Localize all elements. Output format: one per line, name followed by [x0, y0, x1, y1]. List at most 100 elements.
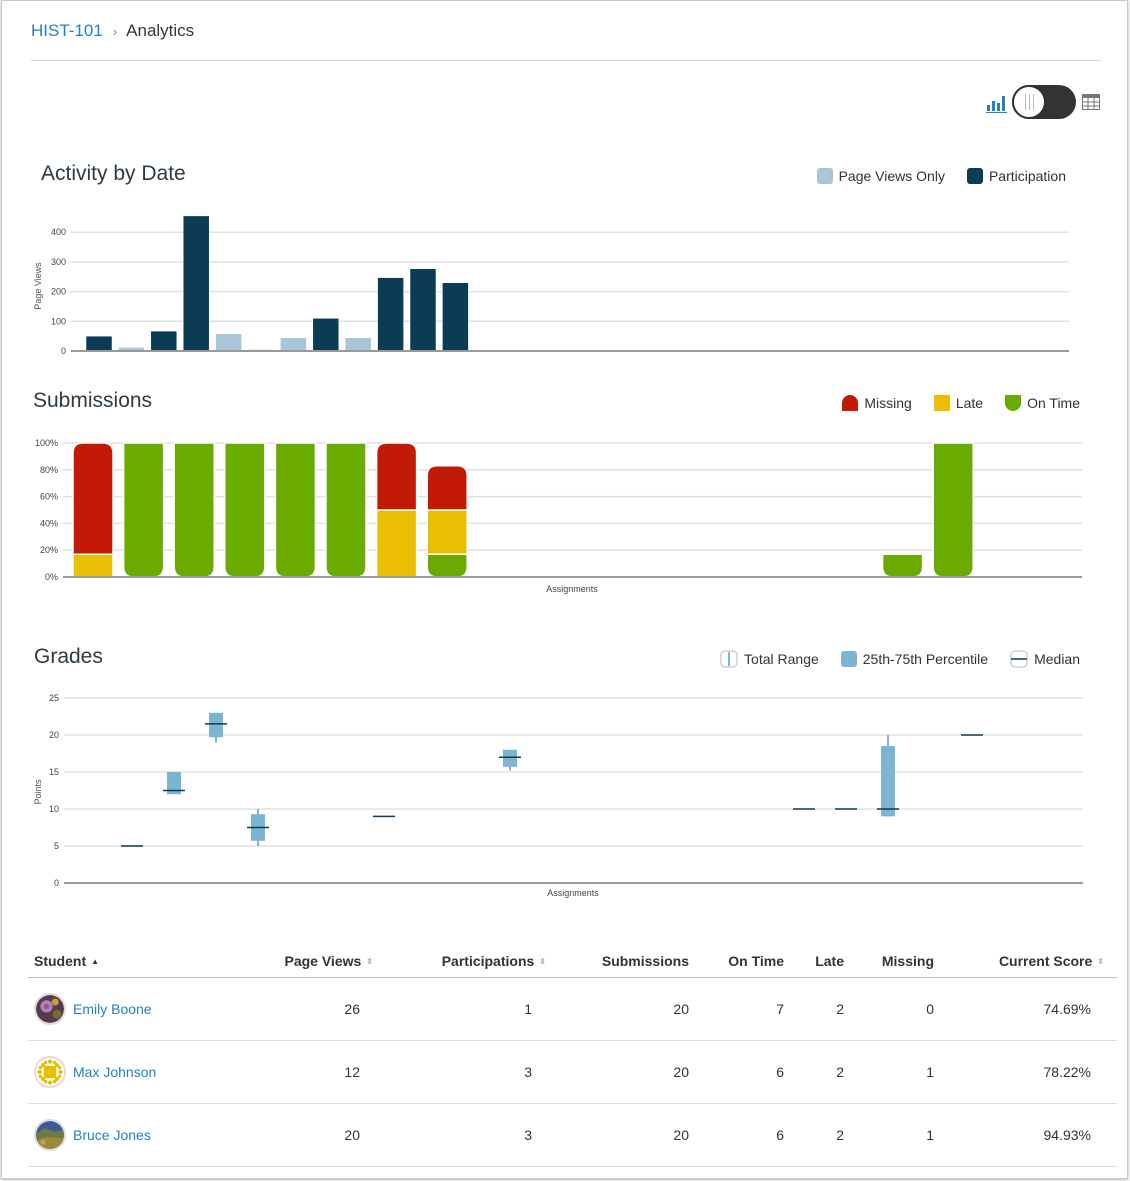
legend-participation: Participation [966, 168, 1066, 184]
activity-bar-page-views-only [215, 333, 242, 352]
y-tick-label: 20% [40, 545, 58, 555]
landscape-avatar[interactable] [34, 1119, 66, 1151]
missing-cell: 0 [926, 1001, 934, 1017]
legend-label: Total Range [744, 651, 819, 667]
legend-median: Median [1010, 650, 1080, 668]
y-tick-label: 25 [49, 693, 59, 703]
student-table: Student ▲ Page Views ⬍ Participations ⬍ Sub… [28, 940, 1117, 1167]
submissions-cell: 20 [673, 1001, 689, 1017]
y-tick-label: 60% [40, 492, 58, 502]
grades-x-axis-label: Assignments [547, 888, 599, 898]
graph-table-switch[interactable] [1012, 85, 1076, 119]
breadcrumb-current: Analytics [126, 21, 195, 40]
column-label: Missing [881, 953, 934, 969]
y-tick-label: 300 [51, 257, 66, 267]
submission-bar-missing [72, 442, 114, 555]
on-time-cell: 6 [776, 1064, 784, 1080]
yellow-pattern-avatar[interactable] [34, 1056, 66, 1088]
flower-avatar[interactable] [34, 993, 66, 1025]
legend-label: Page Views Only [838, 168, 945, 184]
page-views-swatch-icon [816, 168, 833, 184]
activity-chart-title: Activity by Date [41, 162, 186, 185]
column-header-current-score[interactable]: Current Score ⬍ [999, 953, 1104, 969]
student-name-link[interactable]: Max Johnson [73, 1064, 156, 1080]
participations-cell: 3 [524, 1064, 532, 1080]
sort-icon: ⬍ [539, 956, 546, 966]
legend-total-range: Total Range [720, 650, 819, 668]
late-swatch-icon [933, 395, 950, 411]
student-cell: Emily Boone [34, 993, 152, 1025]
submission-bar-late [72, 553, 114, 578]
sort-ascending-icon: ▲ [91, 956, 100, 966]
table-header: Student ▲ Page Views ⬍ Participations ⬍ Sub… [28, 940, 1117, 978]
participations-cell: 1 [524, 1001, 532, 1017]
column-label: Page Views [284, 953, 362, 969]
activity-bar-participation [442, 282, 469, 352]
legend-label: Late [955, 395, 984, 411]
submissions-cell: 20 [673, 1064, 689, 1080]
y-tick-label: 400 [51, 227, 66, 237]
on-time-cell: 6 [776, 1127, 784, 1143]
activity-bar-participation [85, 335, 113, 352]
legend-label: 25th-75th Percentile [862, 651, 989, 667]
late-cell: 2 [836, 1064, 844, 1080]
y-tick-label: 0% [45, 572, 58, 582]
legend-missing: Missing [842, 395, 912, 411]
student-name-link[interactable]: Emily Boone [73, 1001, 152, 1017]
column-header-submissions: Submissions [602, 953, 689, 969]
submissions-chart-title: Submissions [33, 389, 153, 412]
on-time-cell: 7 [776, 1001, 784, 1017]
grade-percentile-box [503, 749, 517, 767]
column-label: Current Score [998, 953, 1093, 969]
activity-bar-participation [377, 277, 404, 352]
y-tick-label: 200 [51, 287, 66, 297]
submission-bar-late [426, 509, 468, 555]
column-label: Student [34, 953, 87, 969]
submission-bar-on-time [274, 442, 317, 578]
missing-cell: 1 [926, 1127, 934, 1143]
student-name-link[interactable]: Bruce Jones [73, 1127, 151, 1143]
column-header-page-views[interactable]: Page Views ⬍ [285, 953, 374, 969]
breadcrumb: HIST-101 › Analytics [31, 21, 194, 41]
late-cell: 2 [836, 1001, 844, 1017]
submission-bar-on-time [932, 442, 974, 578]
grade-percentile-box [209, 712, 223, 738]
activity-bar-page-views-only [344, 337, 372, 352]
column-header-participations[interactable]: Participations ⬍ [442, 953, 546, 969]
current-score-cell: 74.69% [1043, 1001, 1091, 1017]
student-cell: Max Johnson [34, 1056, 156, 1088]
column-header-on-time: On Time [728, 953, 784, 969]
grades-chart-title: Grades [34, 645, 103, 668]
breadcrumb-course-link[interactable]: HIST-101 [31, 21, 103, 41]
table-row: Max Johnson 12 3 20 6 2 1 78.22% [28, 1041, 1117, 1104]
activity-bar-page-views-only [280, 337, 307, 352]
submissions-chart: 0% 20% 40% 60% 80% 100% Assignments [35, 438, 1082, 594]
percentile-swatch-icon [840, 651, 857, 667]
table-row: Bruce Jones 20 3 20 6 2 1 94.93% [28, 1104, 1117, 1167]
legend-label: Missing [864, 395, 912, 411]
submissions-legend: Missing Late On Time [820, 395, 1080, 411]
activity-bar-participation [312, 318, 340, 352]
activity-bar-participation [182, 215, 210, 352]
submission-bar-on-time [881, 553, 924, 578]
submission-bar-missing [426, 465, 468, 511]
sort-icon: ⬍ [1097, 956, 1104, 966]
table-grid-icon[interactable] [1082, 94, 1100, 110]
switch-knob[interactable] [1012, 85, 1046, 119]
y-tick-label: 0 [54, 878, 59, 888]
view-toggle [986, 85, 1100, 119]
missing-swatch-icon [842, 395, 859, 411]
late-cell: 2 [836, 1127, 844, 1143]
submissions-x-axis-label: Assignments [546, 584, 598, 594]
y-tick-label: 80% [40, 465, 58, 475]
submission-bar-on-time [426, 553, 468, 578]
column-header-student[interactable]: Student ▲ [34, 953, 99, 969]
activity-bar-participation [150, 330, 178, 352]
header-divider [31, 60, 1101, 61]
current-score-cell: 78.22% [1043, 1064, 1091, 1080]
y-tick-label: 0 [61, 346, 66, 356]
bar-chart-icon[interactable] [986, 91, 1008, 113]
y-tick-label: 40% [40, 518, 58, 528]
submission-bar-on-time [325, 442, 367, 578]
participations-cell: 3 [524, 1127, 532, 1143]
